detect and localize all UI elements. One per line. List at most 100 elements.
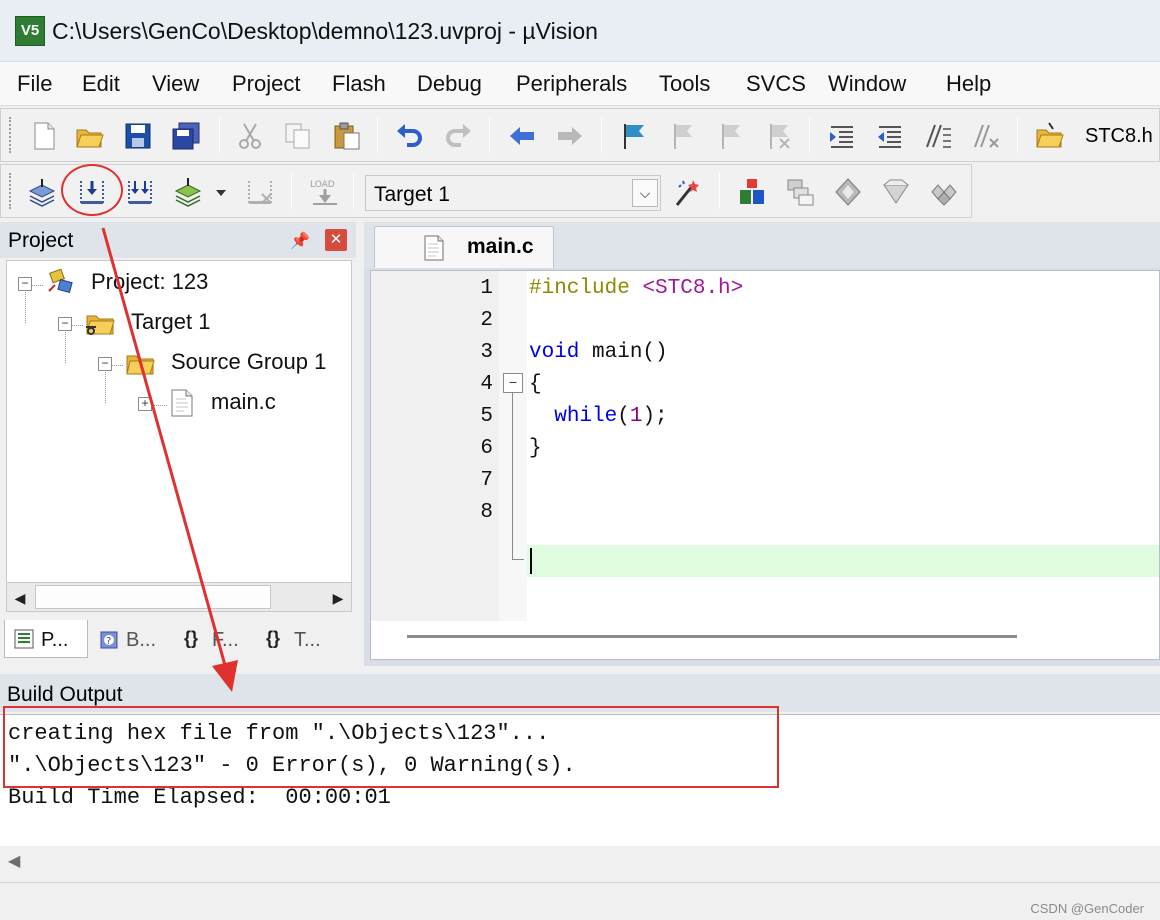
batch-dropdown-icon[interactable] (215, 189, 227, 197)
title-bar: V5 C:\Users\GenCo\Desktop\demno\123.uvpr… (0, 0, 1160, 62)
menu-svcs[interactable]: SVCS (746, 71, 806, 97)
menu-help[interactable]: Help (946, 71, 991, 97)
expand-icon[interactable]: + (138, 397, 152, 411)
save-all-icon[interactable] (171, 121, 201, 151)
navigate-forward-icon[interactable] (555, 121, 585, 151)
editor-tabstrip: main.c (364, 222, 1160, 268)
tab-main-c[interactable]: main.c (374, 226, 554, 268)
window-title: C:\Users\GenCo\Desktop\demno\123.uvproj … (52, 18, 598, 44)
code-line-5: while(1); (529, 405, 667, 428)
toolbar-grip[interactable] (9, 117, 13, 153)
undo-icon[interactable] (395, 121, 425, 151)
fold-range-end (512, 559, 524, 560)
uncomment-icon[interactable] (971, 121, 1001, 151)
line-number: 5 (480, 405, 493, 428)
scroll-left-icon[interactable]: ◀ (8, 851, 20, 871)
scroll-left-icon[interactable]: ◀ (9, 587, 31, 609)
manage-run-time-icon[interactable] (881, 177, 911, 207)
open-folder-icon[interactable] (75, 121, 105, 151)
pin-icon[interactable]: 📌 (290, 231, 310, 251)
line-number: 8 (480, 501, 493, 524)
rebuild-icon[interactable] (125, 177, 155, 207)
target-select[interactable]: Target 1 ⌵ (365, 175, 661, 211)
toolbar-separator (1017, 117, 1018, 153)
menu-tools[interactable]: Tools (659, 71, 710, 97)
tab-books[interactable]: ? B... (90, 620, 174, 658)
build-output-hscrollbar[interactable]: ◀ (0, 846, 1160, 876)
menu-window[interactable]: Window (828, 71, 906, 97)
tree-item-source-group[interactable]: − Source Group 1 (97, 347, 347, 381)
select-packs-icon[interactable] (833, 177, 863, 207)
toolbar-grip[interactable] (9, 173, 13, 209)
menu-view[interactable]: View (152, 71, 199, 97)
collapse-icon[interactable]: − (98, 357, 112, 371)
tree-item-project[interactable]: − Project: 123 (17, 267, 337, 301)
menu-file[interactable]: File (17, 71, 52, 97)
menu-debug[interactable]: Debug (417, 71, 482, 97)
translate-icon[interactable] (27, 177, 57, 207)
menu-flash[interactable]: Flash (332, 71, 386, 97)
svg-text:?: ? (106, 636, 111, 647)
project-tree: − Project: 123 − Target 1 − Source Group… (6, 260, 352, 604)
scrollbar-thumb[interactable] (35, 585, 271, 609)
paste-icon[interactable] (331, 121, 361, 151)
tab-functions[interactable]: {} F... (176, 620, 256, 658)
project-hscrollbar[interactable]: ◀ ▶ (6, 582, 352, 612)
pack-installer-icon[interactable] (929, 177, 959, 207)
keyword-token: while (554, 405, 618, 428)
editor-tab-label: main.c (467, 235, 534, 258)
tree-item-target[interactable]: − Target 1 (57, 307, 337, 341)
indent-icon[interactable] (827, 121, 857, 151)
status-bar: CSDN @GenCoder (0, 882, 1160, 920)
watermark-text: CSDN @GenCoder (1030, 901, 1144, 916)
code-editor[interactable]: 1 2 3 4 5 6 7 8 − #include <STC8.h> void… (370, 270, 1160, 660)
chevron-down-icon[interactable]: ⌵ (632, 179, 658, 207)
collapse-icon[interactable]: − (58, 317, 72, 331)
tree-item-label: Project: 123 (91, 269, 209, 294)
bookmark-icon[interactable] (619, 121, 649, 151)
toolbar-separator (489, 117, 490, 153)
menu-bar: File Edit View Project Flash Debug Perip… (0, 62, 1160, 106)
redo-icon[interactable] (443, 121, 473, 151)
c-file-icon (171, 389, 193, 417)
target-options-wand-icon[interactable] (673, 177, 703, 207)
fold-collapse-icon[interactable]: − (503, 373, 523, 393)
batch-build-icon[interactable] (173, 177, 203, 207)
comment-icon[interactable] (923, 121, 953, 151)
cut-icon[interactable] (235, 121, 265, 151)
number-token: 1 (629, 405, 643, 428)
project-pane-title: Project (8, 229, 74, 252)
save-icon[interactable] (123, 121, 153, 151)
tab-templates[interactable]: {} T... (258, 620, 342, 658)
header-file-label[interactable]: STC8.h (1085, 125, 1153, 148)
new-file-icon[interactable] (29, 121, 59, 151)
code-token: ( (617, 405, 630, 428)
navigate-back-icon[interactable] (507, 121, 537, 151)
open-header-icon[interactable] (1035, 121, 1065, 151)
prev-bookmark-icon[interactable] (667, 121, 697, 151)
scroll-right-icon[interactable]: ▶ (327, 587, 349, 609)
fold-range-line (512, 393, 513, 559)
clear-bookmarks-icon[interactable] (763, 121, 793, 151)
manage-components-icon[interactable] (737, 177, 767, 207)
line-number: 4 (480, 373, 493, 396)
menu-edit[interactable]: Edit (82, 71, 120, 97)
editor-hscrollbar[interactable] (407, 635, 1017, 638)
file-extensions-icon[interactable] (785, 177, 815, 207)
toolbar-separator (219, 117, 220, 153)
menu-peripherals[interactable]: Peripherals (516, 71, 627, 97)
stop-build-icon[interactable] (245, 177, 275, 207)
tab-project[interactable]: P... (4, 620, 88, 658)
toolbar-separator (377, 117, 378, 153)
tab-label: T... (294, 629, 321, 651)
annotation-rectangle (3, 706, 779, 788)
tree-item-main-c[interactable]: + main.c (137, 387, 337, 421)
menu-project[interactable]: Project (232, 71, 300, 97)
copy-icon[interactable] (283, 121, 313, 151)
close-icon[interactable]: ✕ (325, 229, 347, 251)
load-download-icon[interactable]: LOAD (307, 177, 343, 207)
unindent-icon[interactable] (875, 121, 905, 151)
collapse-icon[interactable]: − (18, 277, 32, 291)
next-bookmark-icon[interactable] (715, 121, 745, 151)
project-pane: Project 📌 ✕ − Project: 123 − Target 1 − … (0, 222, 356, 666)
